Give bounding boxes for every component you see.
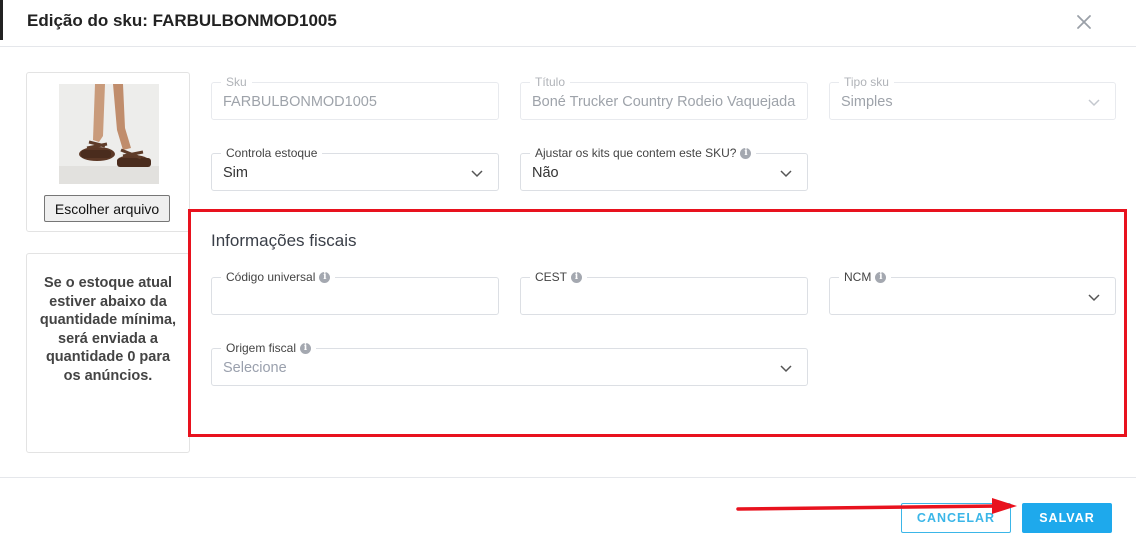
ncm-label-wrap: NCM i: [839, 269, 892, 285]
titulo-field: Título Boné Trucker Country Rodeio Vaque…: [520, 74, 808, 120]
ajustar-kits-label: Ajustar os kits que contem este SKU?: [535, 146, 737, 160]
tipo-sku-label: Tipo sku: [839, 74, 894, 90]
choose-file-button[interactable]: Escolher arquivo: [44, 195, 170, 222]
tipo-sku-value: Simples: [841, 94, 893, 110]
ajustar-kits-value: Não: [532, 165, 559, 181]
sku-value: FARBULBONMOD1005: [223, 94, 377, 110]
codigo-universal-label: Código universal: [226, 270, 316, 284]
left-accent-bar: [0, 0, 3, 40]
origem-fiscal-label: Origem fiscal: [226, 341, 297, 355]
chevron-down-icon: [1087, 290, 1101, 304]
info-icon[interactable]: i: [740, 147, 752, 159]
cest-label-wrap: CEST i: [530, 269, 588, 285]
controla-estoque-value: Sim: [223, 165, 248, 181]
footer-divider: [0, 477, 1136, 478]
modal-header: Edição do sku: FARBULBONMOD1005: [0, 0, 1136, 47]
codigo-universal-label-wrap: Código universal i: [221, 269, 336, 285]
origem-fiscal-select[interactable]: Origem fiscal i Selecione: [211, 340, 808, 386]
cest-input[interactable]: CEST i: [520, 269, 808, 315]
info-icon[interactable]: i: [319, 271, 331, 283]
stock-info-card: Se o estoque atual estiver abaixo da qua…: [26, 253, 190, 453]
save-button[interactable]: SALVAR: [1022, 503, 1112, 533]
titulo-label: Título: [530, 74, 571, 90]
origem-fiscal-label-wrap: Origem fiscal i: [221, 340, 317, 356]
tipo-sku-select: Tipo sku Simples: [829, 74, 1116, 120]
codigo-universal-input[interactable]: Código universal i: [211, 269, 499, 315]
info-icon[interactable]: i: [875, 271, 887, 283]
origem-fiscal-placeholder: Selecione: [223, 360, 287, 376]
chevron-down-icon: [470, 166, 484, 180]
sku-field: Sku FARBULBONMOD1005: [211, 74, 499, 120]
info-icon[interactable]: i: [571, 271, 583, 283]
chevron-down-icon: [779, 361, 793, 375]
info-icon[interactable]: i: [300, 342, 312, 354]
chevron-down-icon: [779, 166, 793, 180]
ncm-label: NCM: [844, 270, 872, 284]
product-image: [59, 84, 159, 184]
fiscal-section-title: Informações fiscais: [211, 231, 357, 250]
sku-label: Sku: [221, 74, 252, 90]
titulo-value: Boné Trucker Country Rodeio Vaquejada: [532, 94, 796, 110]
ajustar-kits-label-wrap: Ajustar os kits que contem este SKU? i: [530, 145, 757, 161]
controla-estoque-select[interactable]: Controla estoque Sim: [211, 145, 499, 191]
stock-info-text: Se o estoque atual estiver abaixo da qua…: [39, 275, 177, 384]
image-card: Escolher arquivo: [26, 72, 190, 232]
cest-label: CEST: [535, 270, 568, 284]
close-icon[interactable]: [1072, 10, 1096, 34]
ajustar-kits-select[interactable]: Ajustar os kits que contem este SKU? i N…: [520, 145, 808, 191]
chevron-down-icon: [1087, 95, 1101, 109]
modal-title: Edição do sku: FARBULBONMOD1005: [27, 11, 337, 30]
controla-estoque-label: Controla estoque: [221, 145, 323, 161]
ncm-select[interactable]: NCM i: [829, 269, 1116, 315]
cancel-button[interactable]: CANCELAR: [901, 503, 1011, 533]
